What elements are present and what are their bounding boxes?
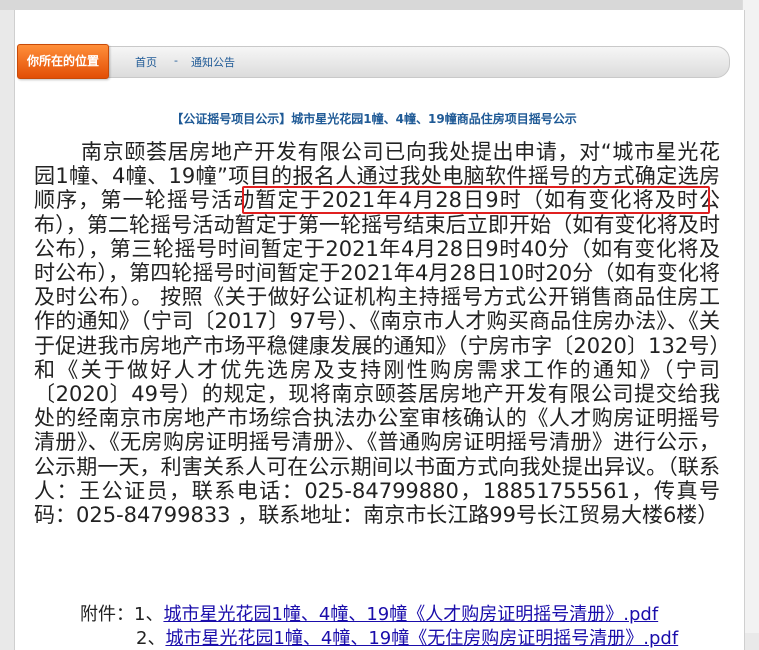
- breadcrumb-separator: -: [174, 54, 178, 67]
- location-label: 你所在的位置: [17, 44, 109, 79]
- attachment-prefix: 2、: [136, 628, 166, 649]
- attachment-link-2[interactable]: 城市星光花园1幢、4幢、19幢《无住房购房证明摇号清册》.pdf: [165, 628, 678, 649]
- window-top-edge: [0, 0, 759, 10]
- breadcrumb-current-link[interactable]: 通知公告: [191, 54, 235, 70]
- attachment-row-2: 2、城市星光花园1幢、4幢、19幢《无住房购房证明摇号清册》.pdf: [136, 624, 678, 650]
- article-title: 【公证摇号项目公示】城市星光花园1幢、4幢、19幢商品住房项目摇号公示: [171, 112, 577, 126]
- attachment-link-1[interactable]: 城市星光花园1幢、4幢、19幢《人才购房证明摇号清册》.pdf: [163, 604, 658, 625]
- location-bar: 你所在的位置 首页 - 通知公告: [17, 44, 730, 79]
- highlight-box: [242, 186, 710, 214]
- attachment-prefix: 附件：1、: [80, 604, 164, 625]
- attachment-row-1: 附件：1、城市星光花园1幢、4幢、19幢《人才购房证明摇号清册》.pdf: [80, 600, 658, 626]
- breadcrumb-home-link[interactable]: 首页: [135, 54, 157, 70]
